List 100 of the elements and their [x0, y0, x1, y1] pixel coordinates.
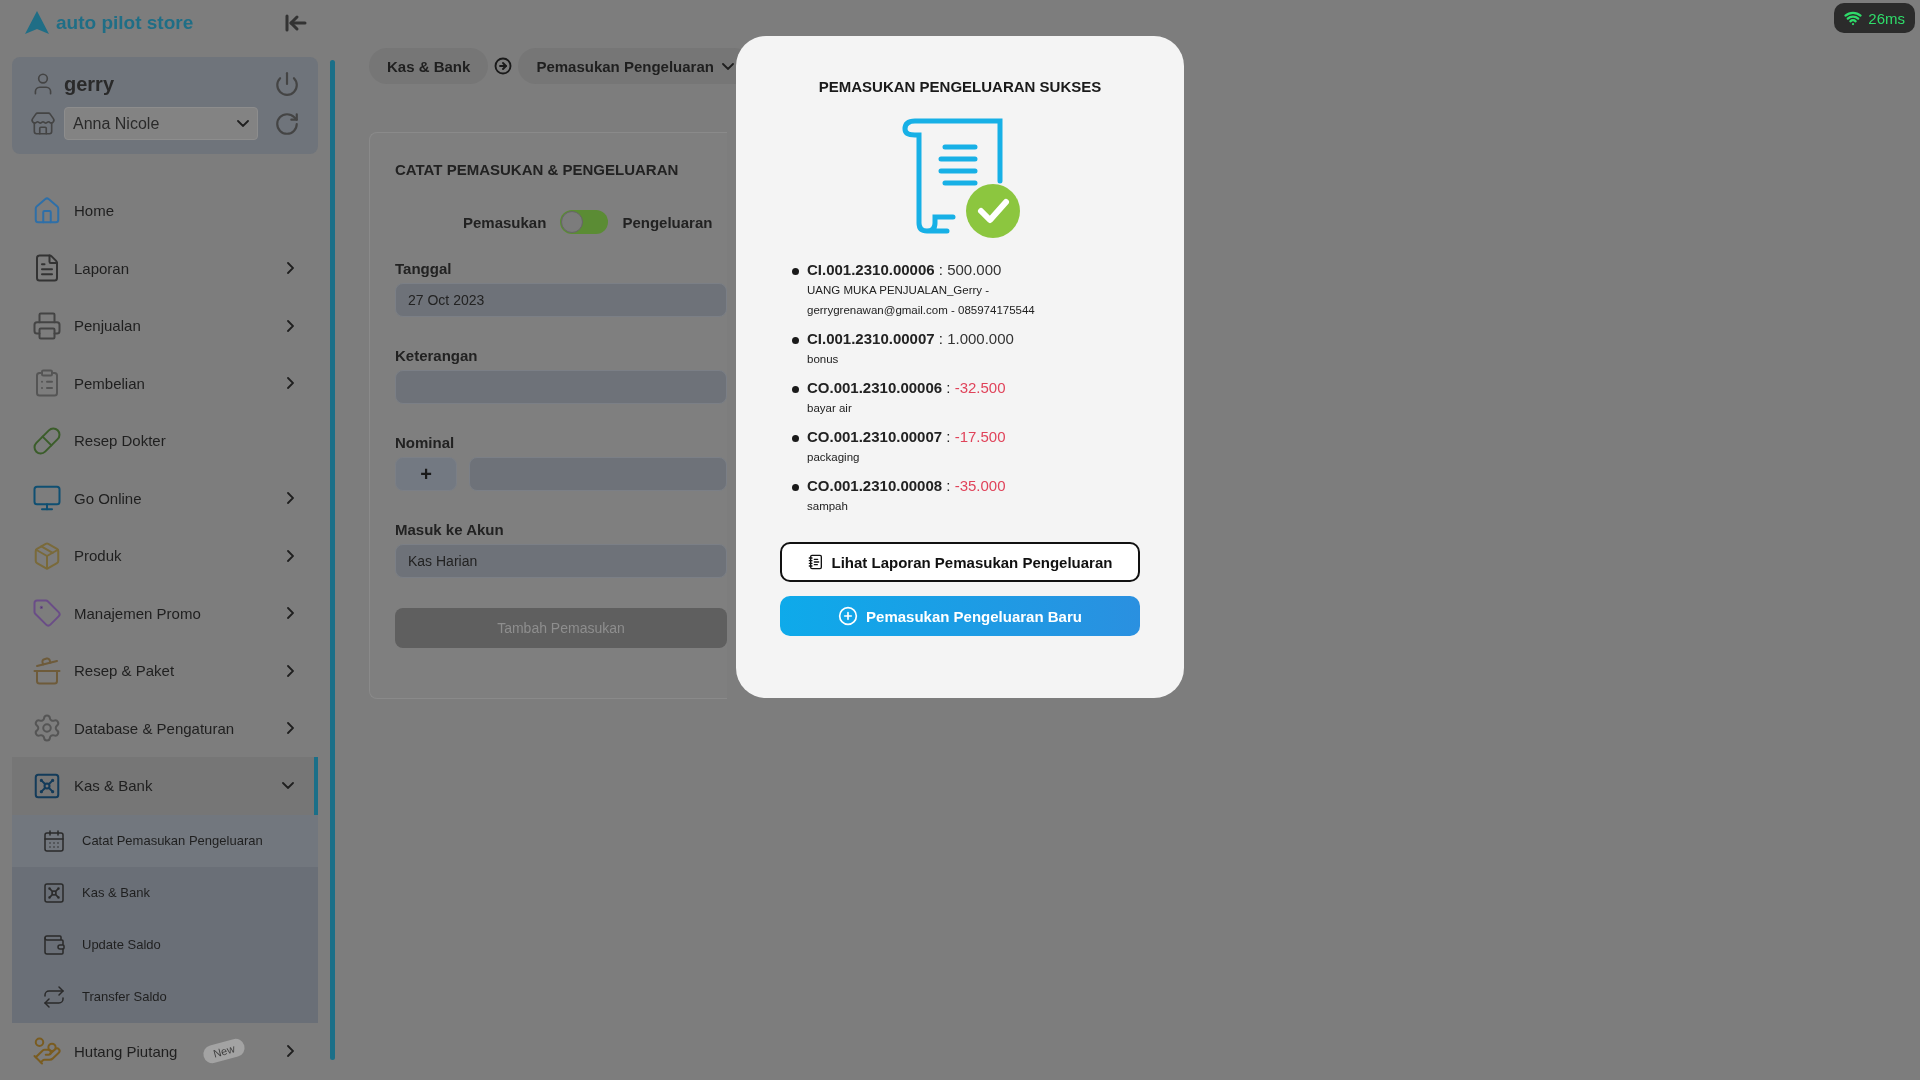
sidebar-item[interactable]: Resep & Paket [12, 642, 318, 700]
sidebar-item[interactable]: Laporan [12, 239, 318, 297]
entry-note: bonus [807, 352, 840, 367]
entry-note: bayar air [807, 401, 853, 416]
sidebar-item-label: Hutang Piutang [74, 1042, 179, 1060]
sign-button[interactable]: + [395, 457, 457, 491]
chevron-right-icon [287, 549, 294, 562]
gear-icon [32, 713, 62, 744]
toggle-right-label: Pengeluaran [622, 213, 713, 231]
input-field[interactable]: 27 Oct 2023 [395, 283, 727, 317]
sidebar-item-label: Laporan [74, 259, 131, 277]
chevron-right-icon [287, 607, 294, 620]
sidebar-item-label: Resep & Paket [74, 662, 176, 680]
sidebar-item[interactable]: Home [12, 182, 318, 240]
submenu-item-label: Update Saldo [82, 937, 161, 952]
sidebar-item-label: Manajemen Promo [74, 604, 202, 622]
entry-line: CO.001.2310.00006 : -32.500 [807, 379, 1006, 396]
sidebar-item-label: Database & Pengaturan [74, 719, 236, 737]
refresh-icon[interactable] [274, 110, 300, 137]
field-label: Keterangan [395, 347, 479, 364]
tag-icon [32, 598, 62, 629]
sidebar-item[interactable]: Database & Pengaturan [12, 699, 318, 757]
field-label: Tanggal [395, 260, 453, 277]
sidebar-item-label: Penjualan [74, 317, 142, 335]
chevron-right-icon [287, 1045, 294, 1058]
sidebar-item-label: Kas & Bank [74, 777, 154, 795]
coins-hand-icon [32, 1036, 62, 1067]
store-select[interactable]: Anna Nicole [64, 107, 258, 140]
sidebar-item-label: Go Online [74, 489, 143, 507]
type-switch[interactable] [560, 210, 609, 234]
safe-icon [42, 880, 66, 905]
chevron-right-icon [287, 722, 294, 735]
arrows-icon [42, 984, 66, 1009]
sidebar-item[interactable]: Penjualan [12, 297, 318, 355]
bullet-icon [792, 484, 799, 491]
calendar-icon [42, 828, 66, 853]
logo-text: auto pilot store [56, 11, 194, 34]
sidebar-item[interactable]: Go Online [12, 469, 318, 527]
bullet-icon [792, 337, 799, 344]
entry-note: sampah [807, 499, 849, 514]
new-badge: New [201, 1037, 247, 1066]
chevron-right-icon [287, 492, 294, 505]
submenu-item[interactable]: Transfer Saldo [12, 970, 318, 1023]
submenu-item-label: Transfer Saldo [82, 989, 167, 1004]
breadcrumb-item[interactable]: Kas & Bank [369, 48, 489, 84]
new-entry-button[interactable]: Pemasukan Pengeluaran Baru [780, 596, 1140, 636]
view-report-button[interactable]: Lihat Laporan Pemasukan Pengeluaran [780, 542, 1140, 582]
sidebar-item[interactable]: Kas & Bank [12, 757, 318, 815]
sidebar-scrollbar[interactable] [330, 60, 335, 1060]
plus-circle-icon [838, 606, 859, 626]
sidebar-item[interactable]: Resep Dokter [12, 412, 318, 470]
entry-line: CI.001.2310.00007 : 1.000.000 [807, 330, 1014, 347]
submenu-item[interactable]: Kas & Bank [12, 866, 318, 919]
latency-indicator: 26ms [1834, 3, 1915, 33]
toggle-left-label: Pemasukan [463, 213, 547, 231]
store-icon [30, 110, 56, 137]
form-title: CATAT PEMASUKAN & PENGELUARAN [395, 161, 680, 178]
field-label: Masuk ke Akun [395, 521, 505, 538]
package-icon [32, 540, 62, 571]
entry-note: packaging [807, 450, 861, 465]
entry-line: CO.001.2310.00008 : -35.000 [807, 477, 1006, 494]
chevron-down-icon [721, 62, 734, 70]
dialog-title: PEMASUKAN PENGELUARAN SUKSES [817, 78, 1103, 95]
sidebar-item-label: Produk [74, 547, 123, 565]
submenu-item-label: Kas & Bank [82, 885, 150, 900]
sidebar-item[interactable]: Manajemen Promo [12, 584, 318, 642]
submenu-item[interactable]: Catat Pemasukan Pengeluaran [12, 814, 318, 867]
entry-line: CI.001.2310.00006 : 500.000 [807, 261, 1003, 278]
field-label: Nominal [395, 434, 456, 451]
pill-icon [32, 425, 62, 456]
notebook-icon [807, 554, 824, 570]
submenu-item-label: Catat Pemasukan Pengeluaran [82, 833, 263, 848]
bullet-icon [792, 435, 799, 442]
chevron-right-icon [287, 319, 294, 332]
logo-icon [24, 9, 50, 36]
house-icon [32, 195, 62, 226]
printer-icon [32, 310, 62, 341]
arrow-right-icon [494, 57, 513, 75]
entry-line: CO.001.2310.00007 : -17.500 [807, 428, 1006, 445]
chevron-right-icon [287, 664, 294, 677]
wifi-icon [1844, 9, 1863, 27]
sidebar-item-label: Home [74, 202, 115, 220]
chevron-down-icon [237, 120, 249, 127]
sidebar-item[interactable]: Pembelian [12, 354, 318, 412]
sidebar-item-label: Pembelian [74, 374, 146, 392]
chevron-right-icon [287, 262, 294, 275]
power-icon[interactable] [274, 71, 300, 97]
submenu-item[interactable]: Update Saldo [12, 918, 318, 971]
user-name: gerry [64, 72, 116, 96]
sidebar-item[interactable]: Hutang Piutang New [12, 1022, 318, 1080]
sidebar-item[interactable]: Produk [12, 527, 318, 585]
bullet-icon [792, 386, 799, 393]
sidebar-item-label: Resep Dokter [74, 432, 167, 450]
bowl-icon [32, 655, 62, 686]
wallet-icon [42, 932, 66, 957]
bullet-icon [792, 268, 799, 275]
input-field[interactable]: Kas Harian [395, 544, 727, 578]
chevron-down-icon [282, 782, 294, 790]
chevron-right-icon [287, 377, 294, 390]
entry-note: UANG MUKA PENJUALAN_Gerry - gerrygrenawan@gmail.com - 085974175544 [807, 283, 1036, 318]
